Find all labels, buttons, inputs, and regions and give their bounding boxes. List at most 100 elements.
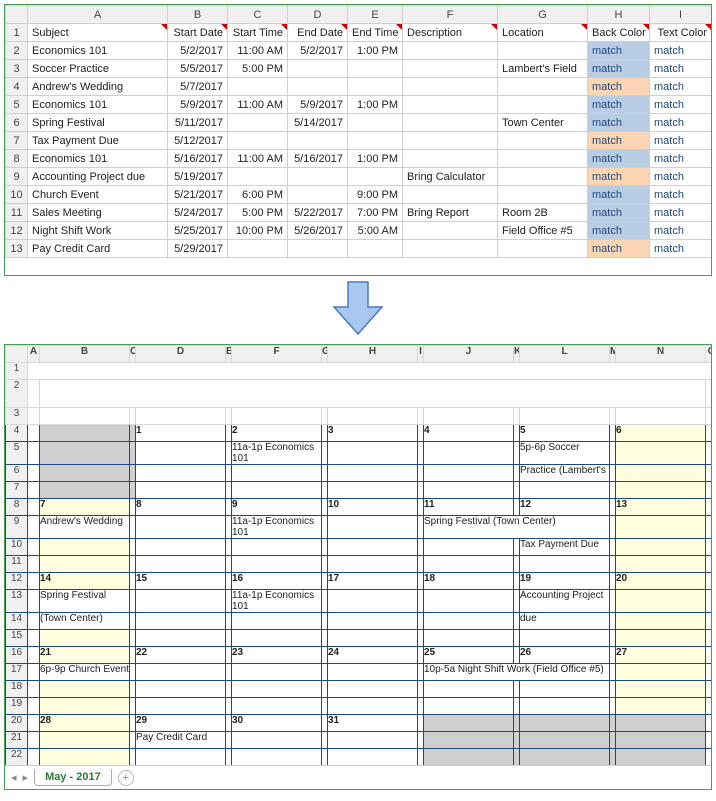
event-pay-credit[interactable]: Pay Credit Card: [136, 732, 226, 749]
cell-subject[interactable]: Church Event: [28, 186, 168, 204]
cell-subject[interactable]: Andrew's Wedding: [28, 78, 168, 96]
cell-start-date[interactable]: 5/5/2017: [168, 60, 228, 78]
cell-description[interactable]: [403, 240, 498, 258]
calendar-sheet[interactable]: A B C D E F G H I J K L M N O 1 2 May 20…: [5, 345, 711, 765]
column-headers-2[interactable]: A B C D E F G H I J K L M N O: [6, 346, 712, 363]
cell-location[interactable]: [498, 132, 588, 150]
event-spring-festival[interactable]: Spring Festival (Town Center): [424, 516, 610, 539]
col-E[interactable]: E: [348, 6, 403, 24]
cell-description[interactable]: [403, 78, 498, 96]
cell-back-color[interactable]: match: [588, 96, 650, 114]
cell-end-time[interactable]: [348, 240, 403, 258]
table-row[interactable]: 11Sales Meeting5/24/20175:00 PM5/22/2017…: [6, 204, 712, 222]
table-row[interactable]: 10Church Event5/21/20176:00 PM9:00 PMmat…: [6, 186, 712, 204]
cell-subject[interactable]: Spring Festival: [28, 114, 168, 132]
cell-location[interactable]: [498, 42, 588, 60]
cell-start-date[interactable]: 5/16/2017: [168, 150, 228, 168]
event-church[interactable]: 6p-9p Church Event: [40, 664, 130, 681]
cell-description[interactable]: [403, 42, 498, 60]
cell-subject[interactable]: Economics 101: [28, 42, 168, 60]
cell-start-date[interactable]: 5/9/2017: [168, 96, 228, 114]
col-D[interactable]: D: [288, 6, 348, 24]
table-row[interactable]: 12Night Shift Work5/25/201710:00 PM5/26/…: [6, 222, 712, 240]
cell-description[interactable]: [403, 150, 498, 168]
cell-start-date[interactable]: 5/12/2017: [168, 132, 228, 150]
cell-start-time[interactable]: 11:00 AM: [228, 96, 288, 114]
hdr-description[interactable]: Description: [403, 24, 498, 42]
cell-end-date[interactable]: [288, 60, 348, 78]
cell-text-color[interactable]: match: [650, 96, 712, 114]
cell-start-time[interactable]: [228, 114, 288, 132]
cell-end-time[interactable]: 1:00 PM: [348, 96, 403, 114]
hdr-start-time[interactable]: Start Time: [228, 24, 288, 42]
cell-end-date[interactable]: 5/26/2017: [288, 222, 348, 240]
hdr-subject[interactable]: Subject: [28, 24, 168, 42]
cell-end-date[interactable]: [288, 168, 348, 186]
col-F[interactable]: F: [403, 6, 498, 24]
cell-back-color[interactable]: match: [588, 240, 650, 258]
col-C[interactable]: C: [228, 6, 288, 24]
cell-location[interactable]: [498, 240, 588, 258]
cell-location[interactable]: [498, 150, 588, 168]
cell-start-time[interactable]: [228, 132, 288, 150]
table-row[interactable]: 4Andrew's Wedding5/7/2017matchmatch: [6, 78, 712, 96]
cell-description[interactable]: [403, 96, 498, 114]
cell-start-time[interactable]: 6:00 PM: [228, 186, 288, 204]
table-row[interactable]: 6Spring Festival5/11/20175/14/2017Town C…: [6, 114, 712, 132]
table-row[interactable]: 5Economics 1015/9/201711:00 AM5/9/20171:…: [6, 96, 712, 114]
event-night-shift[interactable]: 10p-5a Night Shift Work (Field Office #5…: [424, 664, 610, 681]
cell-text-color[interactable]: match: [650, 222, 712, 240]
cell-location[interactable]: Room 2B: [498, 204, 588, 222]
cell-text-color[interactable]: match: [650, 60, 712, 78]
cell-text-color[interactable]: match: [650, 42, 712, 60]
cell-start-time[interactable]: 5:00 PM: [228, 60, 288, 78]
cell-back-color[interactable]: match: [588, 78, 650, 96]
cell-location[interactable]: [498, 96, 588, 114]
cell-start-time[interactable]: 5:00 PM: [228, 204, 288, 222]
cell-description[interactable]: [403, 222, 498, 240]
cell-subject[interactable]: Night Shift Work: [28, 222, 168, 240]
tab-prev-icon[interactable]: ◂: [11, 771, 17, 784]
cell-description[interactable]: Bring Report: [403, 204, 498, 222]
cell-end-date[interactable]: 5/2/2017: [288, 42, 348, 60]
cell-description[interactable]: [403, 114, 498, 132]
cell-text-color[interactable]: match: [650, 150, 712, 168]
cell-start-time[interactable]: 11:00 AM: [228, 150, 288, 168]
cell-start-date[interactable]: 5/25/2017: [168, 222, 228, 240]
tab-next-icon[interactable]: ▸: [23, 771, 29, 784]
hdr-end-time[interactable]: End Time: [348, 24, 403, 42]
cell-start-time[interactable]: [228, 240, 288, 258]
cell-text-color[interactable]: match: [650, 168, 712, 186]
event-tax[interactable]: Tax Payment Due: [520, 539, 610, 556]
cell-subject[interactable]: Tax Payment Due: [28, 132, 168, 150]
hdr-text-color[interactable]: Text Color: [650, 24, 712, 42]
cell-start-date[interactable]: 5/2/2017: [168, 42, 228, 60]
cell-end-time[interactable]: [348, 168, 403, 186]
event-wedding[interactable]: Andrew's Wedding: [40, 516, 130, 539]
cell-back-color[interactable]: match: [588, 222, 650, 240]
table-row[interactable]: 7Tax Payment Due5/12/2017matchmatch: [6, 132, 712, 150]
cell-end-date[interactable]: [288, 78, 348, 96]
cell-text-color[interactable]: match: [650, 78, 712, 96]
cell-end-time[interactable]: 5:00 AM: [348, 222, 403, 240]
cell-subject[interactable]: Economics 101: [28, 96, 168, 114]
col-H[interactable]: H: [588, 6, 650, 24]
cell-location[interactable]: [498, 168, 588, 186]
table-row[interactable]: 8Economics 1015/16/201711:00 AM5/16/2017…: [6, 150, 712, 168]
cell-location[interactable]: Field Office #5: [498, 222, 588, 240]
cell-back-color[interactable]: match: [588, 114, 650, 132]
cell-start-date[interactable]: 5/7/2017: [168, 78, 228, 96]
cell-description[interactable]: [403, 132, 498, 150]
cell-start-time[interactable]: 11:00 AM: [228, 42, 288, 60]
cell-text-color[interactable]: match: [650, 204, 712, 222]
hdr-back-color[interactable]: Back Color: [588, 24, 650, 42]
cell-end-time[interactable]: 1:00 PM: [348, 150, 403, 168]
cell-text-color[interactable]: match: [650, 114, 712, 132]
cell-end-date[interactable]: [288, 240, 348, 258]
cell-back-color[interactable]: match: [588, 42, 650, 60]
cell-back-color[interactable]: match: [588, 132, 650, 150]
cell-end-date[interactable]: 5/9/2017: [288, 96, 348, 114]
event-accounting[interactable]: Accounting Project: [520, 590, 610, 613]
col-A[interactable]: A: [28, 6, 168, 24]
cell-back-color[interactable]: match: [588, 204, 650, 222]
